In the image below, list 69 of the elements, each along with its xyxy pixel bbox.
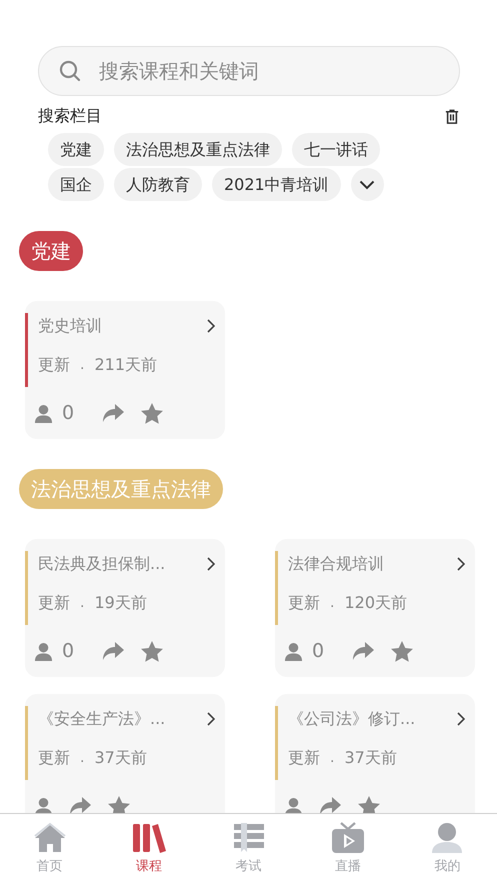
tab[interactable]: 课程 <box>99 814 199 883</box>
person-icon <box>431 822 464 854</box>
update-age: 211天前 <box>94 354 157 376</box>
update-label: 更新 <box>38 748 70 768</box>
course-title: 《安全生产法》... <box>38 708 166 730</box>
separator-dot: . <box>80 750 84 766</box>
tab[interactable]: 考试 <box>198 814 298 883</box>
update-age: 19天前 <box>94 592 147 614</box>
course-card[interactable]: 党史培训 更新 . 211天前 0 <box>25 301 225 439</box>
section-heading: 搜索栏目 <box>38 106 102 127</box>
update-label: 更新 <box>38 592 70 614</box>
share-icon[interactable] <box>352 641 374 661</box>
tab[interactable]: 首页 <box>0 814 100 883</box>
star-icon[interactable] <box>141 640 163 662</box>
separator-dot: . <box>80 595 84 611</box>
share-icon[interactable] <box>102 641 124 661</box>
update-age: 120天前 <box>344 592 407 614</box>
books-icon <box>132 822 166 854</box>
chevron-down-icon <box>359 180 376 190</box>
expand-button[interactable] <box>350 168 384 201</box>
course-card[interactable]: 《公司法》修订... 更新 . 37天前 <box>275 694 475 813</box>
category-label: 法治思想及重点法律 <box>19 469 223 509</box>
separator-dot: . <box>80 357 84 373</box>
star-icon[interactable] <box>358 796 380 813</box>
person-icon <box>284 642 303 660</box>
learner-count: 0 <box>62 402 76 424</box>
star-icon[interactable] <box>108 796 130 813</box>
chevron-right-icon <box>457 557 465 571</box>
chevron-right-icon <box>457 712 465 726</box>
learner-count: 0 <box>312 640 326 662</box>
update-age: 37天前 <box>94 748 147 768</box>
search-tag[interactable]: 法治思想及重点法律 <box>114 133 282 166</box>
course-title: 法律合规培训 <box>288 554 384 574</box>
chevron-right-icon <box>207 557 215 571</box>
share-icon[interactable] <box>102 403 124 423</box>
category-label: 党建 <box>19 231 83 271</box>
course-card[interactable]: 法律合规培训 更新 . 120天前 0 <box>275 539 475 677</box>
chevron-right-icon <box>207 319 215 333</box>
update-label: 更新 <box>38 354 70 376</box>
star-icon[interactable] <box>141 402 163 424</box>
search-tag[interactable]: 党建 <box>48 133 104 166</box>
learner-count: 0 <box>62 640 76 662</box>
update-label: 更新 <box>288 748 320 768</box>
course-card[interactable]: 民法典及担保制... 更新 . 19天前 0 <box>25 539 225 677</box>
course-title: 民法典及担保制... <box>38 554 166 574</box>
search-tag[interactable]: 七一讲话 <box>292 133 380 166</box>
share-icon[interactable] <box>69 796 91 813</box>
course-title: 《公司法》修订... <box>288 708 416 730</box>
search-tag[interactable]: 2021中青培训 <box>212 168 341 201</box>
update-age: 37天前 <box>344 748 397 768</box>
list-icon <box>232 822 265 854</box>
tv-icon <box>330 822 365 854</box>
share-icon[interactable] <box>319 796 341 813</box>
trash-icon[interactable] <box>445 108 459 124</box>
star-icon[interactable] <box>391 640 413 662</box>
chevron-right-icon <box>207 712 215 726</box>
course-card[interactable]: 《安全生产法》... 更新 . 37天前 <box>25 694 225 813</box>
house-icon <box>34 822 66 854</box>
tab[interactable]: 我的 <box>398 814 497 883</box>
separator-dot: . <box>330 750 334 766</box>
person-icon <box>34 642 53 660</box>
separator-dot: . <box>330 595 334 611</box>
person-icon <box>34 404 53 422</box>
search-tag[interactable]: 人防教育 <box>114 168 202 201</box>
search-tag[interactable]: 国企 <box>48 168 104 201</box>
update-label: 更新 <box>288 592 320 614</box>
search-field[interactable]: 搜索课程和关键词 <box>38 46 460 96</box>
tab[interactable]: 直播 <box>298 814 398 883</box>
course-title: 党史培训 <box>38 316 102 336</box>
